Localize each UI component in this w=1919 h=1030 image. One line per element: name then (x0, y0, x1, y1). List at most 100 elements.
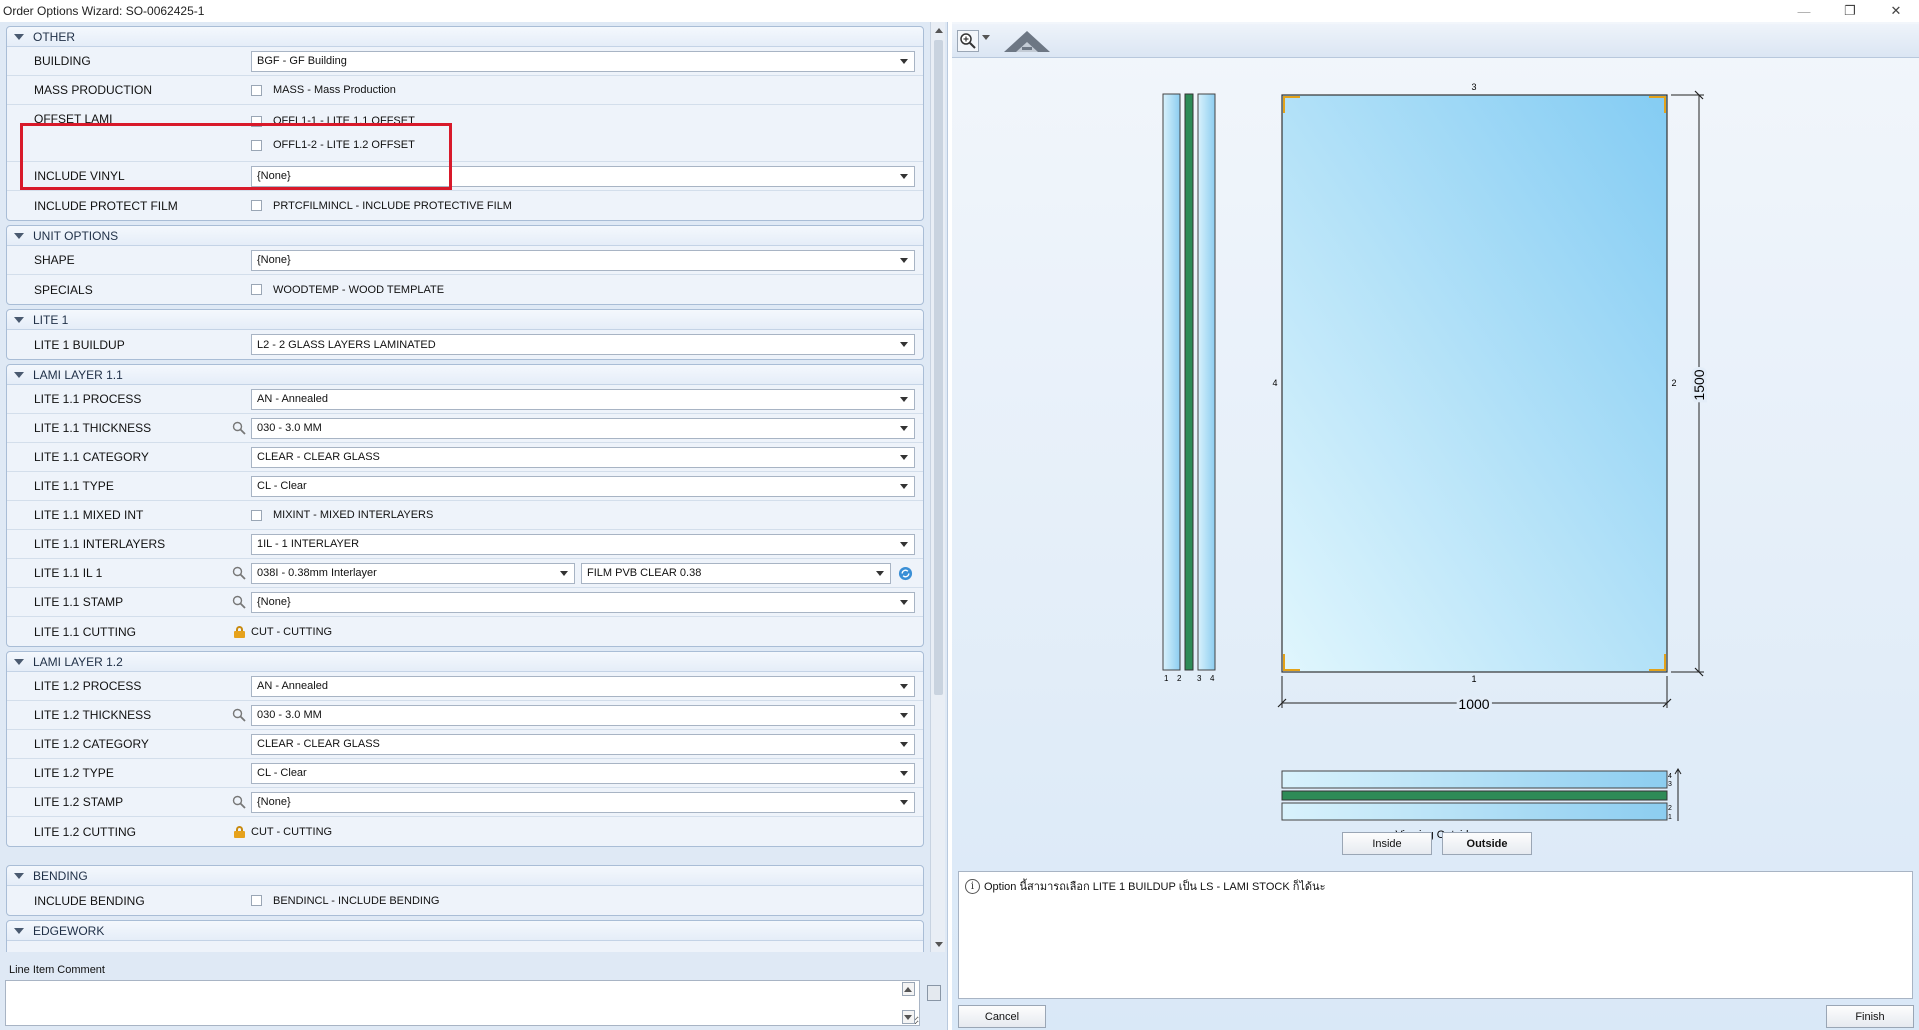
comment-scrollbar[interactable] (900, 982, 916, 1024)
close-button[interactable]: ✕ (1873, 0, 1919, 22)
search-icon[interactable] (227, 566, 251, 580)
checkbox-icon[interactable] (251, 284, 262, 295)
scroll-down-icon[interactable] (933, 938, 944, 950)
scroll-thumb[interactable] (934, 40, 943, 695)
edge-label-bottom: 1 (1471, 674, 1476, 684)
cancel-button[interactable]: Cancel (958, 1005, 1046, 1028)
wood-template-checkbox[interactable]: WOODTEMP - WOOD TEMPLATE (251, 278, 444, 302)
select-value: 030 - 3.0 MM (257, 422, 322, 434)
lite12-type-select[interactable]: CL - Clear (251, 762, 915, 784)
lite11-il1-select[interactable]: 038I - 0.38mm Interlayer (251, 562, 575, 584)
lite12-category-select[interactable]: CLEAR - CLEAR GLASS (251, 733, 915, 755)
comment-textarea[interactable] (5, 980, 920, 1026)
lite12-stamp-select[interactable]: {None} (251, 791, 915, 813)
checkbox-icon[interactable] (251, 509, 262, 521)
lite11-process-select[interactable]: AN - Annealed (251, 388, 915, 410)
group-other-header[interactable]: OTHER (7, 27, 923, 47)
building-select[interactable]: BGF - GF Building (251, 50, 915, 72)
group-lite1-header[interactable]: LITE 1 (7, 310, 923, 330)
search-icon[interactable] (227, 795, 251, 809)
spellcheck-icon[interactable] (927, 985, 941, 1001)
inside-button[interactable]: Inside (1342, 832, 1432, 855)
option-label: LITE 1.1 MIXED INT (34, 508, 144, 522)
group-lami-layer-1-1: LAMI LAYER 1.1 LITE 1.1 PROCESS AN - Ann… (6, 364, 924, 647)
collapse-icon[interactable] (14, 371, 24, 378)
maximize-button[interactable]: ❐ (1827, 0, 1873, 22)
chevron-down-icon[interactable] (894, 735, 914, 754)
scroll-up-icon[interactable] (933, 24, 944, 36)
chevron-down-icon[interactable] (894, 390, 914, 409)
preview-pane: 1 2 3 4 3 1 4 2 1000 1500 4 3 2 1 Viewin… (952, 22, 1919, 1030)
scroll-up-icon[interactable] (901, 982, 915, 996)
zoom-icon[interactable] (957, 30, 979, 52)
row-lite11-type: LITE 1.1 TYPE CL - Clear (7, 472, 923, 501)
row-lite12-cutting: LITE 1.2 CUTTING CUT - CUTTING (7, 817, 923, 846)
group-unit-header[interactable]: UNIT OPTIONS (7, 226, 923, 246)
protect-film-checkbox[interactable]: PRTCFILMINCL - INCLUDE PROTECTIVE FILM (251, 194, 512, 218)
scroll-down-icon[interactable] (901, 1010, 915, 1024)
lite12-process-select[interactable]: AN - Annealed (251, 675, 915, 697)
include-bending-checkbox[interactable]: BENDINCL - INCLUDE BENDING (251, 889, 439, 913)
checkbox-icon[interactable] (251, 84, 262, 96)
group-lami11-header[interactable]: LAMI LAYER 1.1 (7, 365, 923, 385)
collapse-icon[interactable] (14, 316, 24, 323)
group-title: LAMI LAYER 1.1 (33, 367, 123, 382)
chevron-down-icon[interactable] (982, 35, 990, 54)
checkbox-icon[interactable] (251, 200, 262, 211)
refresh-icon[interactable] (897, 565, 913, 581)
chevron-down-icon[interactable] (894, 677, 914, 696)
group-edgework-header[interactable]: EDGEWORK (7, 921, 923, 941)
chevron-down-icon[interactable] (894, 419, 914, 438)
row-lite11-mixed: LITE 1.1 MIXED INT MIXINT - MIXED INTERL… (7, 501, 923, 530)
options-pane: OTHER BUILDING BGF - GF Building MASS PR… (0, 22, 948, 1030)
collapse-icon[interactable] (14, 872, 24, 879)
side-label: 4 (1210, 674, 1215, 683)
mixed-interlayers-checkbox[interactable]: MIXINT - MIXED INTERLAYERS (251, 503, 433, 527)
lite1-buildup-select[interactable]: L2 - 2 GLASS LAYERS LAMINATED (251, 334, 915, 355)
lite11-stamp-select[interactable]: {None} (251, 591, 915, 613)
collapse-icon[interactable] (14, 232, 24, 239)
mass-production-checkbox[interactable]: MASS - Mass Production (251, 78, 396, 102)
group-lite-1: LITE 1 LITE 1 BUILDUP L2 - 2 GLASS LAYER… (6, 309, 924, 360)
minimize-button[interactable]: — (1781, 0, 1827, 22)
collapse-icon[interactable] (14, 33, 24, 40)
chevron-down-icon[interactable] (894, 335, 914, 354)
lite11-interlayers-select[interactable]: 1IL - 1 INTERLAYER (251, 533, 915, 555)
chevron-down-icon[interactable] (894, 706, 914, 725)
search-icon[interactable] (227, 708, 251, 722)
side-section-view: 1 2 3 4 (1162, 93, 1216, 683)
shape-select[interactable]: {None} (251, 249, 915, 271)
lite11-category-select[interactable]: CLEAR - CLEAR GLASS (251, 446, 915, 468)
options-scrollbar[interactable] (930, 22, 945, 952)
select-value: FILM PVB CLEAR 0.38 (587, 567, 702, 579)
finish-button[interactable]: Finish (1826, 1005, 1914, 1028)
row-mass-production: MASS PRODUCTION MASS - Mass Production (7, 76, 923, 105)
chevron-down-icon[interactable] (894, 251, 914, 270)
search-icon[interactable] (227, 421, 251, 435)
chevron-down-icon[interactable] (894, 793, 914, 812)
search-icon[interactable] (227, 595, 251, 609)
group-bending-header[interactable]: BENDING (7, 866, 923, 886)
stack-label: 1 (1668, 814, 1672, 821)
lite12-thickness-select[interactable]: 030 - 3.0 MM (251, 704, 915, 726)
chevron-down-icon[interactable] (554, 564, 574, 583)
view-angle-icon[interactable] (1002, 28, 1052, 54)
lite11-type-select[interactable]: CL - Clear (251, 475, 915, 497)
chevron-down-icon[interactable] (894, 448, 914, 467)
chevron-down-icon[interactable] (894, 535, 914, 554)
checkbox-icon[interactable] (251, 895, 262, 906)
collapse-icon[interactable] (14, 658, 24, 665)
lite11-thickness-select[interactable]: 030 - 3.0 MM (251, 417, 915, 439)
chevron-down-icon[interactable] (894, 593, 914, 612)
chevron-down-icon[interactable] (894, 52, 914, 71)
chevron-down-icon[interactable] (894, 167, 914, 186)
outside-button[interactable]: Outside (1442, 832, 1532, 855)
lite11-il1-film-select[interactable]: FILM PVB CLEAR 0.38 (581, 562, 891, 584)
group-lami12-header[interactable]: LAMI LAYER 1.2 (7, 652, 923, 672)
chevron-down-icon[interactable] (894, 477, 914, 496)
option-label: LITE 1.2 THICKNESS (34, 708, 152, 722)
cutting-value: CUT - CUTTING (251, 625, 333, 638)
collapse-icon[interactable] (14, 927, 24, 934)
chevron-down-icon[interactable] (894, 764, 914, 783)
chevron-down-icon[interactable] (870, 564, 890, 583)
